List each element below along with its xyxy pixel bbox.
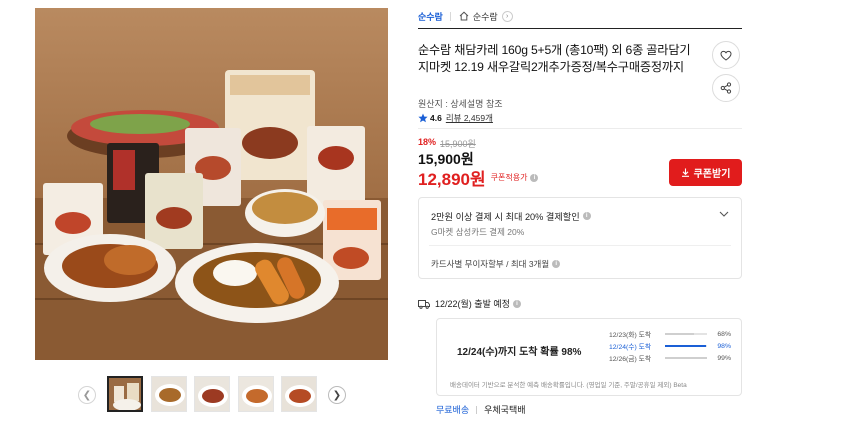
share-button[interactable] [712,74,740,102]
review-count-link[interactable]: 리뷰 2,459개 [446,112,493,124]
coupon-price-row: 12,890원 쿠폰적용가 i [418,165,539,190]
info-icon[interactable]: i [552,260,561,268]
truck-icon [418,299,430,309]
installment-text: 카드사별 무이자할부 / 최대 3개월 [431,259,550,269]
probability-percent: 98% [717,342,731,350]
main-product-image[interactable] [35,8,388,360]
probability-date: 12/24(수) 도착 [609,344,652,351]
download-icon [681,168,689,177]
home-icon [459,11,469,21]
rating-value: 4.6 [430,113,442,123]
get-coupon-button[interactable]: 쿠폰받기 [669,159,742,186]
arrival-probability: 12/24(수)까지 도착 확률 98% [457,347,582,358]
probability-date: 12/23(화) 도착 [609,332,652,339]
card-discount-subtitle: G마켓 삼성카드 결제 20% [431,227,525,237]
chevron-right-icon[interactable]: › [501,10,513,22]
divider [418,28,742,29]
shipping-departure: 12/22(월) 출발 예정 i [418,297,521,310]
probability-fill [665,357,707,359]
thumbnail-5[interactable] [281,376,317,412]
wishlist-button[interactable] [712,41,740,69]
product-title: 순수람 채담카레 160g 5+5개 (총10팩) 외 6종 골라담기 지마켓 … [418,43,691,74]
card-discount-title-text: 2만원 이상 결제 시 최대 20% 결제할인 [431,212,580,222]
probability-fill [665,345,707,347]
departure-text: 12/22(월) 출발 예정 [435,299,510,309]
probability-row: 12/26(금) 도착 99% [609,352,734,364]
origin-info: 원산지 : 상세설명 참조 [418,99,503,109]
divider [429,245,731,246]
info-icon[interactable]: i [582,212,591,220]
probability-date: 12/26(금) 도착 [609,356,652,363]
probability-bar [665,357,707,359]
divider [418,128,742,129]
info-icon[interactable]: i [530,173,539,182]
probability-bar [665,345,707,347]
card-discount-box[interactable]: 2만원 이상 결제 시 최대 20% 결제할인 i G마켓 삼성카드 결제 20… [418,197,742,279]
coupon-price-label: 쿠폰적용가 [490,173,528,182]
thumbnail-4[interactable] [238,376,274,412]
thumbnail-1[interactable] [107,376,143,412]
chevron-left-icon[interactable]: ❮ [78,386,96,404]
delivery-note: 배송데이터 기반으로 분석한 예측 배송확률입니다. (영업일 기준, 주말/공… [450,382,687,389]
card-discount-title: 2만원 이상 결제 시 최대 20% 결제할인 i [431,209,591,223]
probability-row: 12/24(수) 도착 98% [609,340,734,352]
share-icon [720,82,732,94]
star-icon [418,113,428,123]
heart-icon [720,50,732,61]
free-shipping-label: 무료배송 [436,405,470,415]
chevron-right-icon[interactable]: ❯ [328,386,346,404]
thumbnail-2[interactable] [151,376,187,412]
coupon-price: 12,890원 [418,170,486,189]
probability-row: 12/23(화) 도착 68% [609,328,734,340]
store-row: 순수람 순수람 › [418,9,513,23]
get-coupon-label: 쿠폰받기 [693,169,731,180]
probability-percent: 99% [717,354,731,362]
delivery-probability-box: 12/24(수)까지 도착 확률 98% 12/23(화) 도착 68% 12/… [436,318,742,396]
store-link[interactable]: 순수람 [418,10,443,23]
probability-percent: 68% [717,330,731,338]
rating-row: 4.6 리뷰 2,459개 [418,112,493,124]
probability-list: 12/23(화) 도착 68% 12/24(수) 도착 98% 12/26(금)… [609,328,734,364]
carrier-name: 우체국택배 [484,405,526,415]
thumbnail-3[interactable] [194,376,230,412]
divider [449,11,451,21]
chevron-down-icon[interactable] [719,209,729,219]
store-home-link[interactable]: 순수람 [473,10,498,23]
thumbnail-strip: ❮ ❯ [78,376,346,414]
shipping-method: 무료배송 우체국택배 [436,403,526,416]
info-icon[interactable]: i [512,299,521,308]
probability-fill [665,333,694,335]
divider [476,405,478,414]
probability-bar [665,333,707,335]
installment-info: 카드사별 무이자할부 / 최대 3개월 i [431,258,561,270]
